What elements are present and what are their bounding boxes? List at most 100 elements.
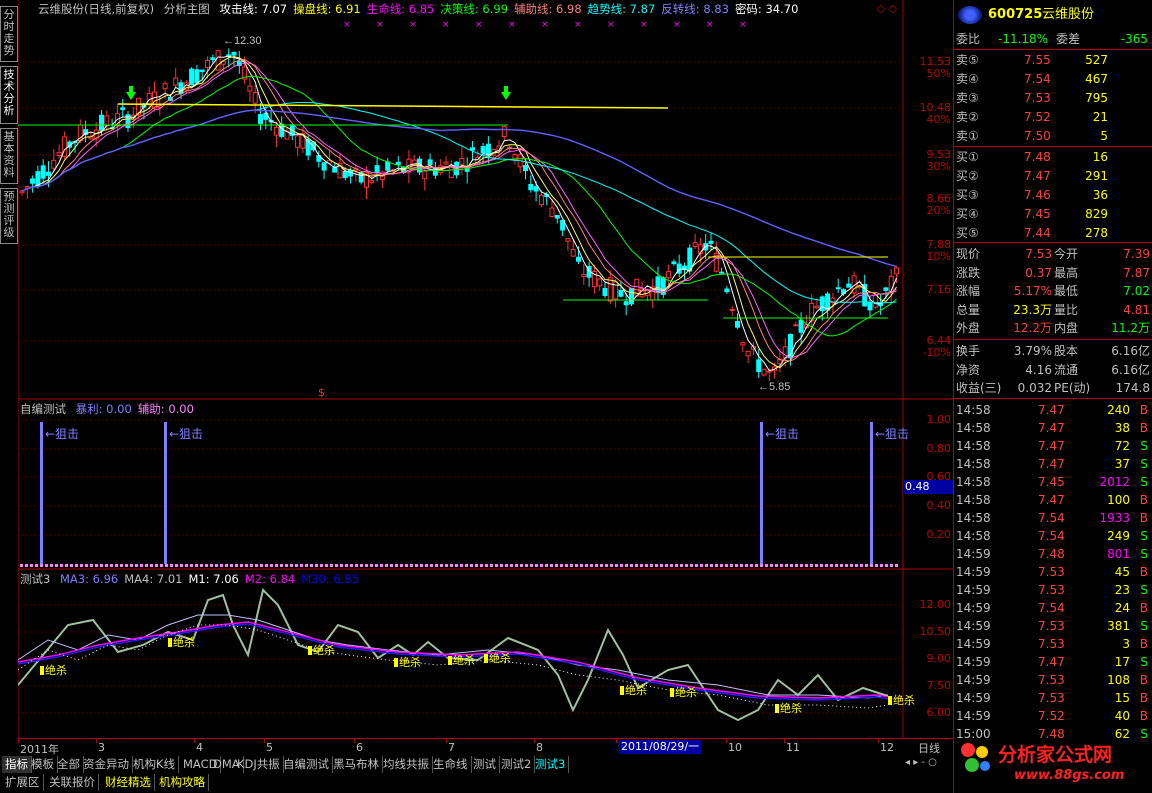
ask-row[interactable]: 卖④ 7.54 467 bbox=[956, 70, 1152, 88]
baseline-dot bbox=[200, 564, 203, 567]
indicator2-name: 测试3 bbox=[20, 572, 51, 586]
indicator-tab[interactable]: 机构K线 bbox=[130, 756, 180, 773]
tick-price: 7.54 bbox=[1038, 529, 1065, 543]
baseline-dot bbox=[370, 564, 373, 567]
bid-label: 买② bbox=[956, 169, 979, 183]
baseline-dot bbox=[610, 564, 613, 567]
scroll-controls[interactable]: ◂ ▸ - ○ bbox=[905, 757, 937, 768]
baseline-dot bbox=[785, 564, 788, 567]
candlestick bbox=[554, 214, 560, 224]
baseline-dot bbox=[195, 564, 198, 567]
date-tick: 7 bbox=[448, 741, 455, 754]
baseline-dot bbox=[585, 564, 588, 567]
bid-row[interactable]: 买⑤ 7.44 278 bbox=[956, 224, 1152, 242]
ask-row[interactable]: 卖② 7.52 21 bbox=[956, 108, 1152, 126]
stat-label: 现价 bbox=[956, 247, 981, 261]
tick-time: 14:59 bbox=[956, 583, 991, 597]
side-tab-1[interactable]: 技术分析 bbox=[0, 66, 18, 124]
baseline-dot bbox=[660, 564, 663, 567]
date-tick-mark bbox=[354, 739, 355, 743]
extension-tab[interactable]: 财经精选 bbox=[102, 774, 155, 791]
ask-row[interactable]: 卖⑤ 7.55 527 bbox=[956, 51, 1152, 69]
bid-row[interactable]: 买③ 7.46 36 bbox=[956, 186, 1152, 204]
tick-volume: 240 bbox=[1107, 403, 1130, 417]
baseline-dot bbox=[140, 564, 143, 567]
extension-tab[interactable]: 扩展区 bbox=[2, 774, 44, 791]
baseline-dot bbox=[295, 564, 298, 567]
indicator-tab[interactable]: 均线共振 bbox=[380, 756, 433, 773]
indicator-tab[interactable]: 自编测试 bbox=[280, 756, 333, 773]
indicator-tab[interactable]: 生命线 bbox=[430, 756, 472, 773]
indicator1-name: 自编测试 bbox=[20, 402, 66, 416]
signal-marker bbox=[394, 658, 398, 667]
stat-label: 最高 bbox=[1054, 265, 1079, 280]
moving-average-line bbox=[21, 109, 897, 268]
side-tab-2[interactable]: 基本资料 bbox=[0, 128, 18, 184]
candlestick bbox=[485, 136, 491, 164]
signal-marker bbox=[670, 688, 674, 697]
extension-tab[interactable]: 机构攻略 bbox=[156, 774, 209, 791]
tick-row: 14:58 7.45 2012 S bbox=[956, 473, 1152, 491]
ask-row[interactable]: 卖① 7.50 5 bbox=[956, 127, 1152, 145]
indicator-tab[interactable]: 黑马布林 bbox=[330, 756, 383, 773]
indicator-tab[interactable]: 测试 bbox=[470, 756, 500, 773]
indicator-tab[interactable]: 测试3 bbox=[532, 756, 570, 773]
candlestick bbox=[194, 64, 200, 85]
bid-row[interactable]: 买① 7.48 16 bbox=[956, 148, 1152, 166]
period-label[interactable]: 日线 bbox=[918, 740, 940, 756]
tick-row: 14:59 7.53 3 B bbox=[956, 635, 1152, 653]
signal-marker: × bbox=[739, 20, 747, 30]
tick-direction: B bbox=[1139, 691, 1148, 705]
baseline-dot bbox=[175, 564, 178, 567]
indicator-tab[interactable]: KDJ共振 bbox=[234, 756, 284, 773]
bid-label: 买① bbox=[956, 150, 979, 164]
indicator2-chart-svg[interactable]: 绝杀绝杀绝杀绝杀 绝杀 绝杀绝杀 绝杀绝杀绝杀 bbox=[18, 570, 953, 738]
indicator1-chart-svg[interactable]: ←狙击 ←狙击 ←狙击 ←狙击 bbox=[18, 400, 953, 570]
baseline-dot bbox=[845, 564, 848, 567]
candlestick bbox=[676, 254, 682, 278]
baseline-dot bbox=[330, 564, 333, 567]
price-chart-svg[interactable]: ←12.30 ←5.85 × × × × × × × × × × × × × $ bbox=[18, 0, 953, 400]
baseline-dot bbox=[45, 564, 48, 567]
extension-tab[interactable]: 关联报价 bbox=[46, 774, 99, 791]
baseline-dot bbox=[285, 564, 288, 567]
date-tick-mark bbox=[96, 739, 97, 743]
indicator-tab[interactable]: 资金异动 bbox=[80, 756, 133, 773]
tick-row: 14:58 7.54 249 S bbox=[956, 527, 1152, 545]
baseline-dot bbox=[590, 564, 593, 567]
bid-row[interactable]: 买② 7.47 291 bbox=[956, 167, 1152, 185]
weicha-value: -365 bbox=[1120, 32, 1148, 46]
signal-marker: × bbox=[508, 20, 516, 30]
baseline-dot bbox=[775, 564, 778, 567]
side-tab-3[interactable]: 预测评级 bbox=[0, 188, 18, 244]
stat-value: 7.02 bbox=[1123, 284, 1150, 298]
side-tab-0[interactable]: 分时走势 bbox=[0, 6, 18, 62]
fund-label: 换手 bbox=[956, 344, 981, 358]
signal-marker: × bbox=[607, 20, 615, 30]
candlestick bbox=[692, 233, 698, 249]
tick-volume: 801 bbox=[1107, 547, 1130, 561]
baseline-dot bbox=[70, 564, 73, 567]
tick-direction: B bbox=[1139, 403, 1148, 417]
baseline-dot bbox=[855, 564, 858, 567]
moving-average-line bbox=[21, 102, 897, 304]
baseline-dot bbox=[685, 564, 688, 567]
low-mark: ←5.85 bbox=[758, 381, 790, 393]
stat-value: 5.17% bbox=[1013, 284, 1052, 298]
stat-value: 11.2万 bbox=[1111, 321, 1150, 335]
baseline-dot bbox=[615, 564, 618, 567]
baseline-dot bbox=[500, 564, 503, 567]
bid-row[interactable]: 买④ 7.45 829 bbox=[956, 205, 1152, 223]
indicator-tab[interactable]: 测试2 bbox=[498, 756, 536, 773]
candlestick bbox=[719, 267, 725, 275]
signal-bar bbox=[40, 422, 43, 564]
tick-price: 7.53 bbox=[1038, 673, 1065, 687]
tick-price: 7.53 bbox=[1038, 583, 1065, 597]
signal-marker bbox=[448, 656, 452, 665]
baseline-dot bbox=[595, 564, 598, 567]
baseline-dot bbox=[880, 564, 883, 567]
signal-marker: × bbox=[574, 20, 582, 30]
ask-row[interactable]: 卖③ 7.53 795 bbox=[956, 89, 1152, 107]
tick-direction: B bbox=[1139, 565, 1148, 579]
stat-row: 现价 7.53 今开 7.39 bbox=[956, 245, 1152, 263]
